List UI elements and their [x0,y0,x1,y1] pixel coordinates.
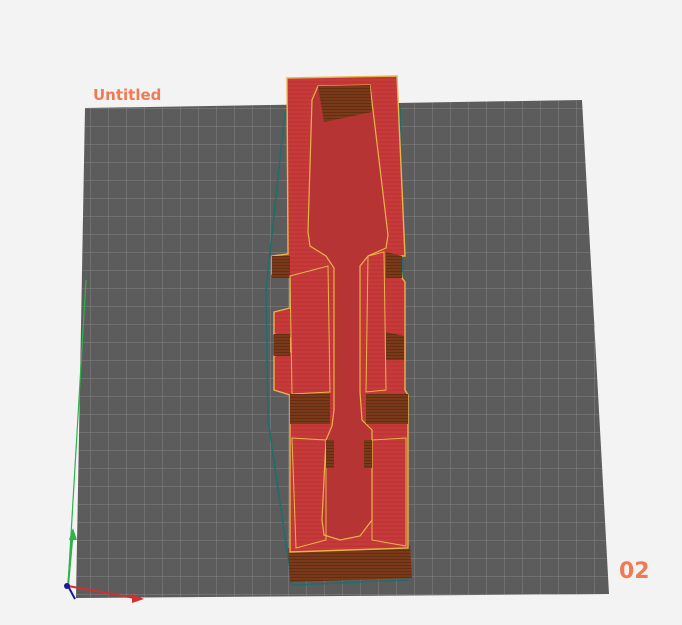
lower-slot-wall-left [326,440,334,468]
left-tab-lower [274,334,290,356]
middle-wall-left [290,394,330,424]
3d-viewport[interactable]: Untitled 02 [0,0,682,625]
middle-wall-right [366,394,408,424]
axes-origin [64,583,70,589]
plate-number: 02 [619,559,650,584]
right-tab-upper [386,252,402,278]
y-axis-arrow [69,528,77,540]
right-tab-lower [386,332,404,360]
plate-title[interactable]: Untitled [93,86,161,104]
sliced-model[interactable] [271,75,409,553]
lower-slot-wall-right [364,440,372,468]
left-tab-upper [272,256,290,278]
